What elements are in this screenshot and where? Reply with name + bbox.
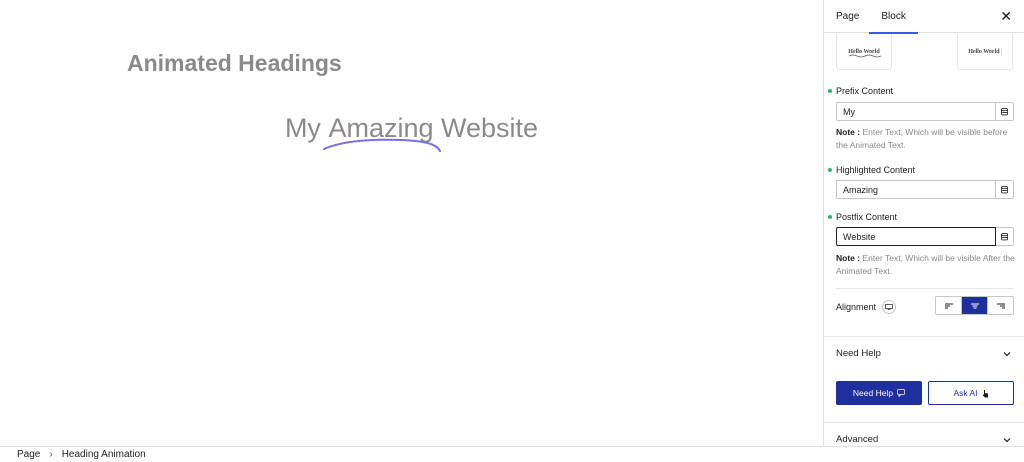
highlighted-content-input[interactable] (836, 180, 996, 199)
dynamic-data-button[interactable] (996, 227, 1014, 246)
prefix-content-input[interactable] (836, 102, 996, 121)
pointer-cursor-icon (982, 389, 988, 397)
prefix-content-row (836, 102, 1014, 121)
postfix-content-label: Postfix Content (828, 212, 897, 222)
preset-typing-style[interactable]: Hello World | (957, 34, 1013, 70)
align-right-button[interactable] (988, 297, 1013, 314)
tab-block[interactable]: Block (869, 0, 919, 34)
prefix-note: Note : Enter Text, Which will be visible… (836, 127, 1008, 150)
status-dot-icon (828, 168, 832, 172)
animated-heading-highlight: Amazing (323, 113, 442, 152)
align-center-button[interactable] (962, 297, 988, 314)
advanced-panel-title[interactable]: Advanced (836, 434, 878, 445)
align-left-icon (944, 303, 953, 308)
need-help-panel-title[interactable]: Need Help (836, 348, 881, 359)
dynamic-data-button[interactable] (996, 180, 1014, 199)
postfix-content-input[interactable] (836, 227, 996, 246)
alignment-toggle-group (935, 296, 1014, 315)
settings-sidebar: Page Block ✕ Hello World Hello World | Pr… (823, 0, 1024, 446)
dynamic-data-button[interactable] (996, 102, 1014, 121)
panel-divider (824, 422, 1024, 423)
preset-label: Hello World (968, 48, 1000, 55)
align-left-button[interactable] (936, 297, 962, 314)
highlighted-content-label: Highlighted Content (828, 165, 915, 175)
database-icon (1001, 107, 1008, 115)
status-dot-icon (828, 89, 832, 93)
responsive-device-icon[interactable] (882, 300, 897, 314)
highlight-underline (323, 138, 442, 152)
editor-canvas: Animated Headings My Amazing Website (0, 0, 823, 446)
chat-icon (897, 389, 905, 397)
status-dot-icon (828, 215, 832, 219)
breadcrumb-item-heading-animation[interactable]: Heading Animation (62, 449, 146, 460)
prefix-content-label: Prefix Content (828, 86, 893, 96)
animated-heading-postfix: Website (441, 113, 539, 143)
tab-page[interactable]: Page (836, 0, 859, 33)
preset-underline-style[interactable]: Hello World (836, 34, 892, 70)
divider (836, 288, 1013, 289)
postfix-note: Note : Enter Text, Which will be visible… (836, 253, 1015, 276)
panel-divider (824, 336, 1024, 337)
chevron-down-icon[interactable] (1002, 349, 1012, 359)
highlighted-content-row (836, 180, 1014, 199)
animated-heading-prefix: My (284, 113, 321, 143)
alignment-label: Alignment (836, 300, 897, 314)
align-center-icon (970, 303, 979, 308)
chevron-down-icon[interactable] (1002, 435, 1012, 445)
ask-ai-button[interactable]: Ask AI (928, 381, 1014, 405)
close-icon[interactable]: ✕ (1000, 8, 1012, 25)
breadcrumb-item-page[interactable]: Page (17, 449, 40, 460)
database-icon (1001, 232, 1008, 240)
style-presets: Hello World Hello World | (824, 33, 1024, 73)
align-right-icon (996, 303, 1005, 308)
wavy-underline-icon (849, 54, 881, 58)
breadcrumb-separator: › (49, 449, 53, 460)
animated-heading-block[interactable]: My Amazing Website (0, 113, 823, 152)
postfix-content-row (836, 227, 1014, 246)
editor-root: Animated Headings My Amazing Website Pag… (0, 0, 1024, 462)
page-title[interactable]: Animated Headings (127, 50, 342, 77)
breadcrumb: Page › Heading Animation (0, 446, 1024, 462)
need-help-button[interactable]: Need Help (836, 381, 922, 405)
sidebar-tabs: Page Block ✕ (824, 0, 1024, 34)
database-icon (1001, 185, 1008, 193)
